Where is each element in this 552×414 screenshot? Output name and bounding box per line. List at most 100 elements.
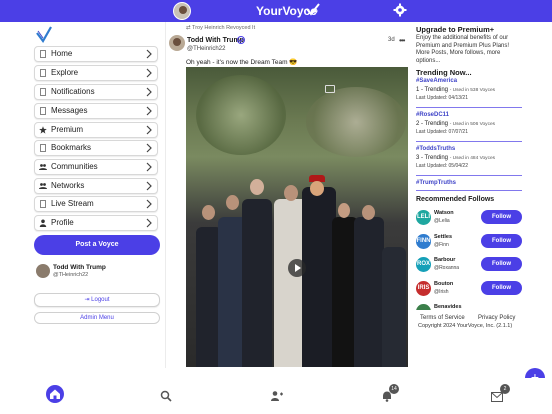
search-icon[interactable] — [160, 390, 172, 402]
recommended-name: Watson — [434, 210, 454, 216]
chevron-right-icon — [146, 106, 152, 116]
follow-button[interactable]: Follow — [481, 257, 522, 271]
sidebar-item-premium[interactable]: Premium — [34, 122, 158, 138]
avatar[interactable]: ROX — [416, 257, 431, 272]
sidebar-item-messages[interactable]: Messages — [34, 103, 158, 119]
follow-button[interactable]: Follow — [481, 210, 522, 224]
logout-label: Logout — [91, 297, 110, 303]
trending-title: Trending Now... — [416, 68, 472, 77]
recommended-follow-item[interactable]: FINN Settles @Finn Follow — [416, 232, 524, 252]
home-nav-button[interactable] — [46, 385, 64, 403]
trend-rank: 3 - Trending - Used in 484 Voyces — [416, 155, 524, 161]
privacy-link[interactable]: Privacy Policy — [478, 315, 515, 321]
avatar[interactable]: IRIS — [416, 281, 431, 296]
sidebar-item-label: Messages — [51, 106, 88, 115]
recommended-follow-item[interactable]: ROX Barbour @Roxanna Follow — [416, 255, 524, 275]
trend-tag[interactable]: #RoseDC11 — [416, 112, 524, 118]
recommended-follow-item[interactable]: IRIS Bouton @Irish Follow — [416, 279, 524, 299]
sidebar-user-name: Todd With Trump — [53, 264, 106, 271]
chevron-right-icon — [146, 218, 152, 228]
sidebar-item-networks[interactable]: Networks — [34, 178, 158, 194]
star-icon — [39, 126, 47, 134]
avatar[interactable]: FINN — [416, 234, 431, 249]
avatar[interactable]: LELI — [416, 210, 431, 225]
copyright: Copyright 2024 YourVoyce, Inc. (2.1.1) — [418, 323, 513, 329]
user-avatar[interactable] — [173, 2, 191, 20]
trend-updated: Last Updated: 05/04/22 — [416, 163, 468, 169]
sidebar-item-label: Notifications — [51, 87, 95, 96]
trend-rank-text: 1 - Trending — [416, 87, 449, 93]
logout-button[interactable]: ⇥ Logout — [34, 293, 160, 307]
trend-rank-text: 3 - Trending — [416, 155, 449, 161]
group-icon — [39, 164, 47, 170]
chevron-right-icon — [146, 181, 152, 191]
chevron-right-icon — [146, 49, 152, 59]
admin-menu-button[interactable]: Admin Menu — [34, 312, 160, 324]
terms-link[interactable]: Terms of Service — [420, 315, 465, 321]
sidebar-item-live-stream[interactable]: Live Stream — [34, 196, 158, 212]
person-icon — [39, 219, 47, 227]
trend-item[interactable]: #RoseDC11 2 - Trending - Used in 506 Voyc… — [416, 112, 524, 135]
trend-tag[interactable]: #TrumpTruths — [416, 180, 524, 186]
sidebar-item-explore[interactable]: Explore — [34, 65, 158, 81]
chevron-right-icon — [146, 87, 152, 97]
post-video[interactable] — [186, 67, 408, 367]
sidebar-item-label: Explore — [51, 68, 79, 77]
post-text: Oh yeah - it's now the Dream Team 😎 — [186, 59, 298, 66]
follow-button[interactable]: Follow — [481, 234, 522, 248]
trend-tag[interactable]: #SaveAmerica — [416, 78, 524, 84]
trend-used: - Used in 484 Voyces — [449, 156, 496, 161]
gear-icon[interactable] — [393, 3, 407, 17]
play-button[interactable] — [288, 259, 306, 277]
recommended-name: Benavides — [434, 304, 462, 310]
recommended-handle: @Roxanna — [434, 265, 460, 271]
chevron-right-icon — [146, 68, 152, 78]
person — [242, 199, 272, 367]
trend-item[interactable]: #ToddsTruths 3 - Trending - Used in 484 V… — [416, 146, 524, 169]
follow-button[interactable]: Follow — [481, 281, 522, 295]
person-head — [250, 179, 264, 195]
trend-tag[interactable]: #ToddsTruths — [416, 146, 524, 152]
trend-item[interactable]: #SaveAmerica 1 - Trending - Used in 538 V… — [416, 78, 524, 101]
person-head — [338, 203, 350, 218]
recommended-name: Bouton — [434, 281, 454, 287]
recommended-handle: @Finn — [434, 242, 449, 248]
gallery-icon[interactable] — [325, 85, 335, 93]
avatar[interactable] — [416, 304, 431, 310]
sidebar-item-label: Premium — [51, 125, 84, 134]
sidebar-item-bookmarks[interactable]: Bookmarks — [34, 140, 158, 156]
notifications-badge: 14 — [389, 384, 399, 394]
sidebar-item-communities[interactable]: Communities — [34, 159, 158, 175]
divider — [416, 141, 522, 142]
chevron-right-icon — [146, 162, 152, 172]
trend-used: - Used in 506 Voyces — [449, 122, 496, 127]
page-icon — [40, 107, 46, 115]
upgrade-title[interactable]: Upgrade to Premium+ — [416, 25, 494, 34]
recommended-title: Recommended Follows — [416, 196, 495, 203]
post-author-avatar[interactable] — [169, 35, 185, 51]
recommended-name: Barbour — [434, 257, 456, 263]
trend-updated: Last Updated: 07/07/21 — [416, 129, 468, 135]
post-a-voyce-button[interactable]: Post a Voyce — [34, 235, 160, 255]
post-more-menu[interactable]: ••• — [399, 36, 405, 45]
sidebar-item-home[interactable]: Home — [34, 46, 158, 62]
sidebar-item-notifications[interactable]: Notifications — [34, 84, 158, 100]
repost-note: ⇄ Troy Heinrich Revoyced It — [186, 25, 255, 31]
messages-badge: 2 — [500, 384, 510, 394]
home-icon — [50, 389, 60, 399]
person-head — [310, 181, 324, 196]
divider — [416, 175, 522, 176]
upgrade-text: Enjoy the additional benefits of our Pre… — [416, 35, 510, 64]
post-author-name[interactable]: Todd With Trump — [187, 37, 244, 44]
sidebar-item-label: Home — [51, 49, 73, 58]
recommended-follow-item[interactable]: LELI Watson @Lelia Follow — [416, 208, 524, 228]
person — [354, 217, 384, 367]
sidebar-user-card[interactable]: Todd With Trump @THeinrich22 — [36, 264, 156, 282]
recommended-follow-item[interactable]: Benavides — [416, 302, 524, 310]
trend-item[interactable]: #TrumpTruths — [416, 180, 524, 186]
divider — [416, 107, 522, 108]
people-icon[interactable] — [270, 390, 284, 402]
group-icon — [39, 183, 47, 189]
sidebar-item-profile[interactable]: Profile — [34, 215, 158, 231]
sidebar-item-label: Profile — [51, 218, 74, 227]
